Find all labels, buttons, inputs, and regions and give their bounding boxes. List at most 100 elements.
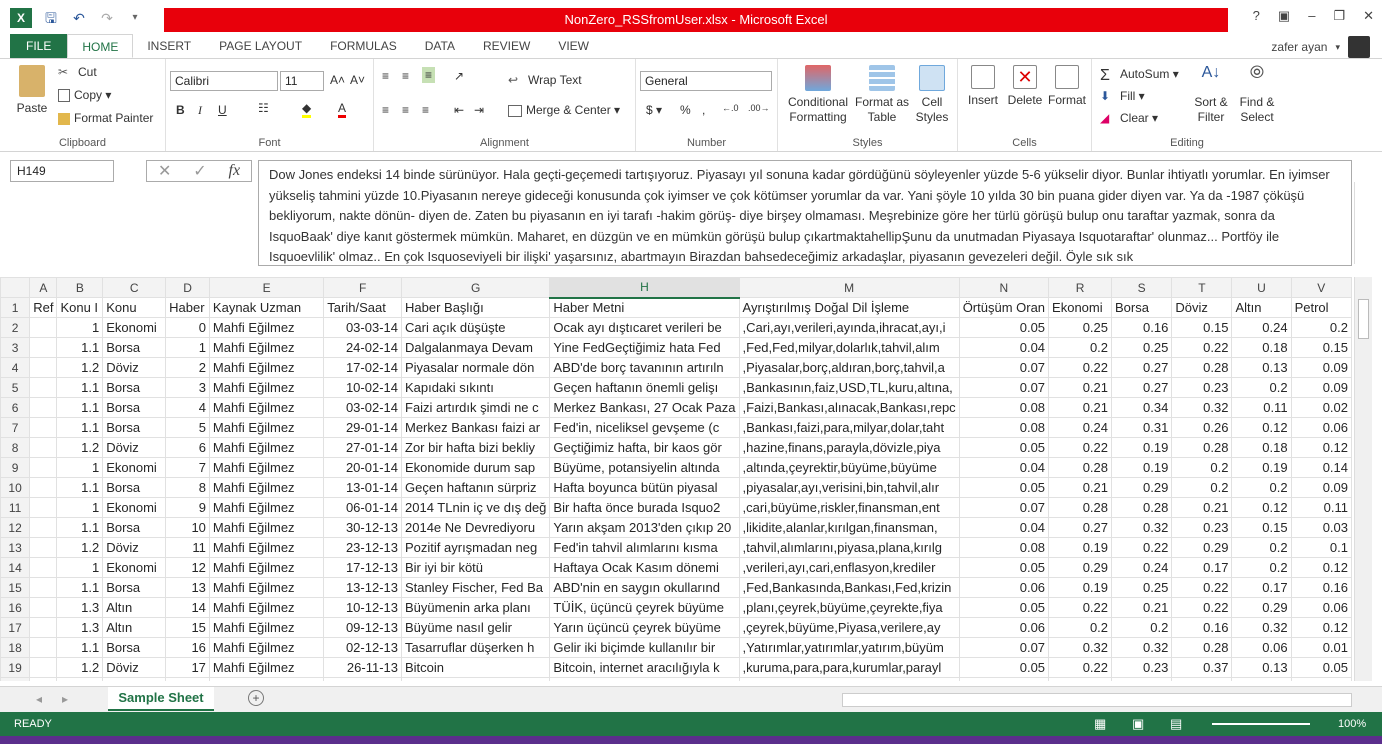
table-cell[interactable]: ,Cari,ayı,verileri,ayında,ihracat,ayı,i (738, 317, 960, 338)
table-cell[interactable]: 1.1 (56, 477, 104, 498)
table-cell[interactable] (29, 437, 58, 458)
row-header[interactable]: 19 (0, 657, 31, 678)
table-cell[interactable]: 0.2 (1231, 477, 1292, 498)
table-cell[interactable]: 1 (56, 557, 104, 578)
table-cell[interactable]: 0.19 (1048, 537, 1113, 558)
table-cell[interactable]: 0.12 (1290, 557, 1352, 578)
table-cell[interactable]: 1.1 (56, 397, 104, 418)
save-icon[interactable]: 🖫 (42, 9, 60, 27)
clear-button[interactable]: ◢ Clear ▾ (1100, 111, 1158, 127)
column-header[interactable]: B (56, 277, 104, 298)
merge-center-button[interactable]: Merge & Center ▾ (508, 103, 620, 117)
table-cell[interactable]: 1 (56, 457, 104, 478)
table-cell[interactable]: 4 (165, 397, 210, 418)
header-cell[interactable]: Ekonomi (1048, 297, 1113, 318)
table-cell[interactable]: 17-02-14 (323, 357, 402, 378)
format-painter-button[interactable]: Format Painter (58, 111, 153, 125)
decrease-indent-button[interactable]: ⇤ (454, 103, 464, 117)
header-cell[interactable]: Kaynak Uzman (208, 297, 325, 318)
table-cell[interactable]: Mahfi Eğilmez (208, 557, 325, 578)
table-cell[interactable]: Mahfi Eğilmez (208, 617, 325, 638)
table-cell[interactable]: 0.25 (1111, 337, 1173, 358)
table-cell[interactable]: 0.2 (1048, 337, 1113, 358)
table-cell[interactable]: ,planı,çeyrek,büyüme,çeyrekte,fiya (738, 597, 960, 618)
table-cell[interactable]: 0.25 (1048, 317, 1113, 338)
table-cell[interactable]: 0.27 (1111, 377, 1173, 398)
table-cell[interactable]: 03-03-14 (323, 317, 402, 338)
table-cell[interactable]: 0.35 (1171, 677, 1233, 681)
table-cell[interactable]: ,çeyrek,büyüme,Piyasa,verilere,ay (738, 617, 960, 638)
table-cell[interactable]: Borsa (102, 417, 167, 438)
column-header[interactable]: F (323, 277, 402, 298)
table-cell[interactable]: 0.06 (1290, 597, 1352, 618)
scroll-right-icon[interactable]: ▸ (62, 692, 68, 706)
table-cell[interactable]: 0.21 (1048, 477, 1113, 498)
new-sheet-icon[interactable]: + (248, 690, 264, 706)
cell-styles-button[interactable]: Cell Styles (910, 65, 954, 125)
table-cell[interactable]: Büyüme nasıl gelir (400, 617, 551, 638)
increase-decimal-button[interactable]: ←.0 (722, 103, 739, 113)
table-cell[interactable]: ,Fed,Bankasında,Bankası,Fed,krizin (738, 577, 960, 598)
table-cell[interactable] (29, 537, 58, 558)
table-cell[interactable]: 0.29 (1171, 537, 1233, 558)
row-header[interactable]: 14 (0, 557, 31, 578)
table-cell[interactable]: 0.12 (1290, 437, 1352, 458)
table-cell[interactable]: Mahfi Eğilmez (208, 537, 325, 558)
table-cell[interactable]: ,verileri,ayı,cari,enflasyon,krediler (738, 557, 960, 578)
table-cell[interactable]: 0.13 (1231, 657, 1292, 678)
column-header[interactable]: V (1290, 277, 1352, 298)
table-cell[interactable]: 3 (165, 377, 210, 398)
table-cell[interactable]: 0.15 (1171, 317, 1233, 338)
scroll-thumb[interactable] (1358, 299, 1369, 339)
autosum-button[interactable]: Σ AutoSum ▾ (1100, 67, 1179, 84)
table-cell[interactable]: 0.2 (1111, 617, 1173, 638)
column-header[interactable]: D (165, 277, 210, 298)
table-cell[interactable]: 29-01-14 (323, 417, 402, 438)
table-cell[interactable]: 0.27 (1111, 357, 1173, 378)
table-cell[interactable]: 0.05 (958, 597, 1050, 618)
column-header[interactable]: U (1231, 277, 1292, 298)
table-cell[interactable]: ,altında,çeyrektir,büyüme,büyüme (738, 457, 960, 478)
help-button[interactable]: ? (1253, 8, 1260, 24)
table-cell[interactable]: 0.28 (1111, 497, 1173, 518)
copy-button[interactable]: Copy ▾ (58, 88, 111, 103)
table-cell[interactable]: Merkez Bankası faizi ar (400, 417, 551, 438)
table-cell[interactable]: Stanley Fischer, Fed Ba (400, 577, 551, 598)
page-layout-view-icon[interactable]: ▣ (1132, 712, 1144, 736)
sheet-tab[interactable]: Sample Sheet (108, 687, 214, 711)
table-cell[interactable]: Fed FOMC Ekim toplantısı so (549, 677, 740, 681)
row-header[interactable]: 8 (0, 437, 31, 458)
table-cell[interactable]: 0.24 (1048, 417, 1113, 438)
table-cell[interactable]: Mahfi Eğilmez (208, 317, 325, 338)
bottom-align-button[interactable]: ≡ (422, 67, 436, 83)
table-cell[interactable]: Döviz (102, 357, 167, 378)
table-cell[interactable]: 7 (165, 457, 210, 478)
fill-color-button[interactable]: ◆ (302, 101, 312, 118)
table-cell[interactable]: 0.32 (1111, 517, 1173, 538)
table-cell[interactable]: 10 (165, 517, 210, 538)
font-color-button[interactable]: A (338, 101, 347, 118)
table-cell[interactable]: 0.07 (958, 357, 1050, 378)
table-cell[interactable]: Mahfi Eğilmez (208, 337, 325, 358)
table-cell[interactable]: 0.32 (1111, 637, 1173, 658)
table-cell[interactable] (29, 457, 58, 478)
table-cell[interactable]: ,piyasalar,ayı,verisini,bin,tahvil,alır (738, 477, 960, 498)
table-cell[interactable]: ,Yatırımlar,yatırımlar,yatırım,büyüm (738, 637, 960, 658)
table-cell[interactable]: Yarın üçüncü çeyrek büyüme (549, 617, 740, 638)
borders-button[interactable]: ☷ (258, 101, 269, 115)
table-cell[interactable]: 0.21 (1231, 677, 1292, 681)
row-header[interactable]: 2 (0, 317, 31, 338)
table-cell[interactable]: 0.19 (1231, 457, 1292, 478)
table-cell[interactable] (29, 477, 58, 498)
table-cell[interactable]: 10-12-13 (323, 597, 402, 618)
italic-button[interactable]: I (198, 103, 202, 118)
table-cell[interactable]: 0.19 (1048, 577, 1113, 598)
table-cell[interactable]: Mahfi Eğilmez (208, 437, 325, 458)
table-cell[interactable]: 0.18 (1231, 337, 1292, 358)
table-cell[interactable]: 1.2 (56, 537, 104, 558)
table-cell[interactable]: 0.15 (1231, 517, 1292, 538)
table-cell[interactable]: Ekonomi (102, 557, 167, 578)
table-cell[interactable]: 0.13 (1231, 357, 1292, 378)
table-cell[interactable]: 1.1 (56, 637, 104, 658)
table-cell[interactable]: 8 (165, 477, 210, 498)
